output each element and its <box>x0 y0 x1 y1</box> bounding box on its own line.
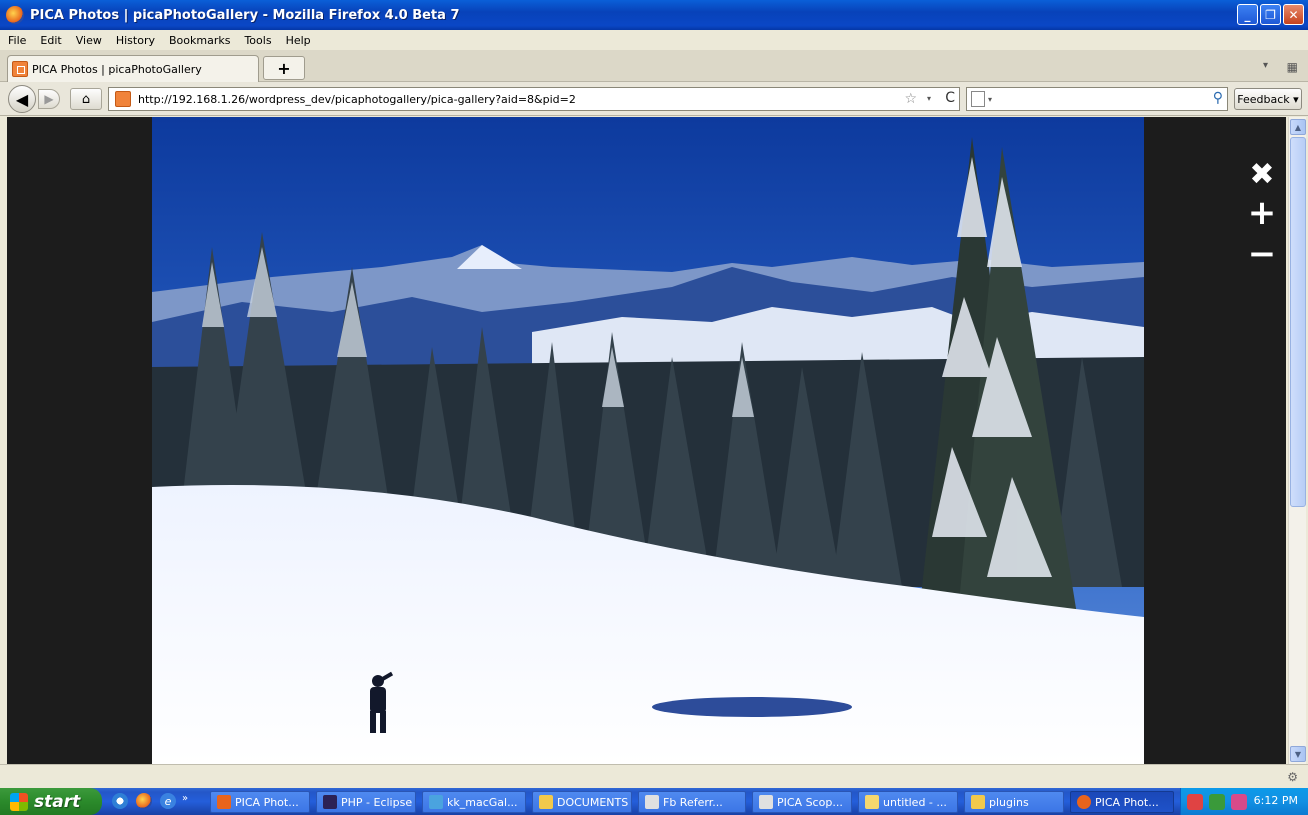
tab-label: PICA Photos | picaPhotoGallery <box>32 62 202 76</box>
menu-tools[interactable]: Tools <box>244 34 271 47</box>
windows-taskbar: start e » PICA Phot... PHP - Eclipse kk_… <box>0 788 1308 815</box>
search-engine-dropdown-icon[interactable]: ▾ <box>988 95 992 104</box>
search-bar[interactable]: ▾ ⚲ <box>966 87 1228 111</box>
system-tray: 6:12 PM <box>1180 788 1308 815</box>
taskbar-button[interactable]: PICA Scop... <box>752 791 852 813</box>
start-label: start <box>34 791 81 812</box>
forward-button[interactable]: ▶ <box>38 89 60 109</box>
task-label: PICA Scop... <box>777 795 843 809</box>
start-button[interactable]: start <box>0 788 102 815</box>
search-engine-icon[interactable] <box>971 91 985 107</box>
task-label: kk_macGal... <box>447 795 518 809</box>
folder-icon <box>539 795 553 809</box>
firefox-icon <box>1077 795 1091 809</box>
quicklaunch-more-icon[interactable]: » <box>182 793 188 809</box>
window-title-bar[interactable]: PICA Photos | picaPhotoGallery - Mozilla… <box>0 0 1308 30</box>
search-icon[interactable]: ⚲ <box>1213 90 1223 106</box>
lightbox-close-icon[interactable]: ✖ <box>1247 157 1277 192</box>
eclipse-icon <box>323 795 337 809</box>
taskbar-button[interactable]: kk_macGal... <box>422 791 526 813</box>
menu-file[interactable]: File <box>8 34 26 47</box>
taskbar-button[interactable]: plugins <box>964 791 1064 813</box>
tab-list-arrow-icon[interactable]: ▾ <box>1263 60 1268 71</box>
taskbar-button[interactable]: PHP - Eclipse <box>316 791 416 813</box>
status-bar: ⚙ <box>0 764 1308 788</box>
gallery-photo[interactable] <box>152 117 1144 764</box>
tray-app-icon[interactable] <box>1209 793 1225 810</box>
url-history-dropdown-icon[interactable]: ▾ <box>927 94 931 103</box>
document-icon <box>759 795 773 809</box>
quicklaunch-ie-icon[interactable]: e <box>160 793 176 809</box>
firefox-icon <box>6 6 24 24</box>
taskbar-button[interactable]: PICA Phot... <box>210 791 310 813</box>
tab-pica-photos[interactable]: PICA Photos | picaPhotoGallery <box>7 55 259 82</box>
folder-icon <box>429 795 443 809</box>
restore-button[interactable]: ❐ <box>1260 4 1281 25</box>
scroll-thumb[interactable] <box>1290 137 1306 507</box>
taskbar-button[interactable]: DOCUMENTS <box>532 791 632 813</box>
tray-network-icon[interactable] <box>1231 793 1247 810</box>
site-favicon-icon <box>115 91 131 107</box>
scroll-up-button[interactable]: ▲ <box>1290 119 1306 135</box>
url-text[interactable]: http://192.168.1.26/wordpress_dev/picaph… <box>138 93 576 106</box>
quick-launch: e » <box>112 793 188 809</box>
tab-groups-icon[interactable]: ▦ <box>1287 60 1298 74</box>
url-bar[interactable]: http://192.168.1.26/wordpress_dev/picaph… <box>108 87 960 111</box>
firefox-icon <box>217 795 231 809</box>
task-label: PHP - Eclipse <box>341 795 413 809</box>
task-label: PICA Phot... <box>1095 795 1159 809</box>
windows-flag-icon <box>10 792 28 811</box>
vertical-scrollbar[interactable]: ▲ ▼ <box>1288 117 1306 764</box>
task-label: untitled - ... <box>883 795 947 809</box>
page-content: ✖ + − <box>7 117 1286 764</box>
task-label: PICA Phot... <box>235 795 299 809</box>
task-label: plugins <box>989 795 1029 809</box>
clock[interactable]: 6:12 PM <box>1254 794 1298 807</box>
window-title: PICA Photos | picaPhotoGallery - Mozilla… <box>30 7 460 23</box>
minimize-button[interactable]: _ <box>1237 4 1258 25</box>
home-button[interactable]: ⌂ <box>70 88 102 110</box>
reload-icon[interactable]: C <box>945 90 955 106</box>
site-favicon-icon <box>12 61 28 77</box>
menu-view[interactable]: View <box>76 34 102 47</box>
back-button[interactable]: ◀ <box>8 85 36 113</box>
quicklaunch-firefox-icon[interactable] <box>136 793 152 809</box>
navigation-toolbar: ◀ ▶ ⌂ http://192.168.1.26/wordpress_dev/… <box>0 82 1308 116</box>
close-button[interactable]: ✕ <box>1283 4 1304 25</box>
tab-strip: PICA Photos | picaPhotoGallery + ▾ ▦ <box>0 50 1308 82</box>
paint-icon <box>865 795 879 809</box>
snowy-forest-image <box>152 117 1144 764</box>
menu-history[interactable]: History <box>116 34 155 47</box>
taskbar-button-active[interactable]: PICA Phot... <box>1070 791 1174 813</box>
addon-bar-gear-icon[interactable]: ⚙ <box>1287 770 1298 784</box>
zoom-in-icon[interactable]: + <box>1247 193 1277 233</box>
folder-icon <box>971 795 985 809</box>
menu-help[interactable]: Help <box>286 34 311 47</box>
document-icon <box>645 795 659 809</box>
taskbar-button[interactable]: Fb Referr... <box>638 791 746 813</box>
menu-edit[interactable]: Edit <box>40 34 61 47</box>
taskbar-button[interactable]: untitled - ... <box>858 791 958 813</box>
bookmark-star-icon[interactable]: ☆ <box>904 91 917 107</box>
task-label: Fb Referr... <box>663 795 723 809</box>
menu-bar: File Edit View History Bookmarks Tools H… <box>0 30 1308 50</box>
tray-collapse-icon[interactable] <box>1187 793 1203 810</box>
task-label: DOCUMENTS <box>557 795 629 809</box>
zoom-out-icon[interactable]: − <box>1247 234 1277 274</box>
feedback-button[interactable]: Feedback ▾ <box>1234 88 1302 110</box>
new-tab-button[interactable]: + <box>263 56 305 80</box>
menu-bookmarks[interactable]: Bookmarks <box>169 34 230 47</box>
scroll-down-button[interactable]: ▼ <box>1290 746 1306 762</box>
quicklaunch-browser-icon[interactable] <box>112 793 128 809</box>
